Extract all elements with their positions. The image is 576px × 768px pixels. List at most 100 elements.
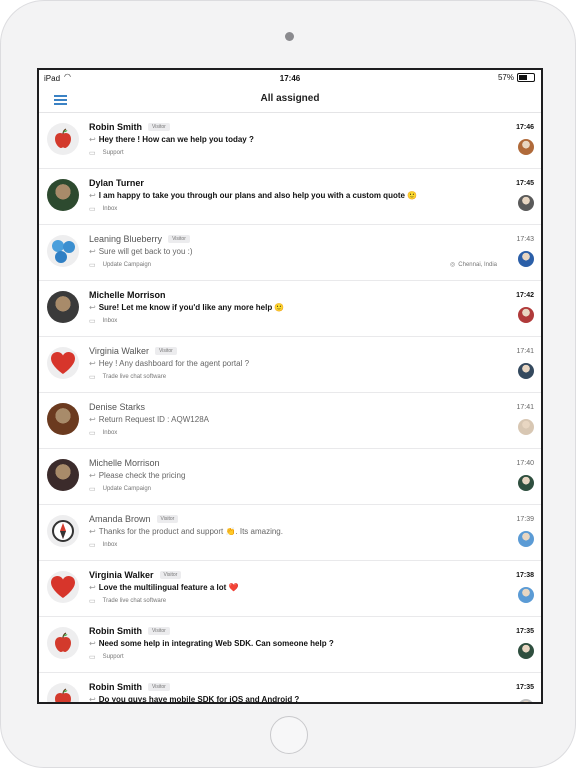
visitor-badge: Visitor xyxy=(159,571,182,579)
contact-name-line: Amanda Brown Visitor xyxy=(89,514,179,524)
message-preview: ↩ Sure will get back to you :) xyxy=(89,247,193,256)
camera xyxy=(285,32,294,41)
contact-name: Robin Smith xyxy=(89,626,142,636)
department-icon: ▭ xyxy=(89,150,96,157)
department-label: Update Campaign xyxy=(102,486,151,492)
reply-icon: ↩ xyxy=(89,359,96,368)
conversation-row[interactable]: Robin Smith Visitor ↩ Need some help in int… xyxy=(39,617,541,673)
contact-name: Michelle Morrison xyxy=(89,458,160,468)
app-screen: iPad ◠ 17:46 57% All assigned Robin Smit… xyxy=(37,68,543,704)
department: ▭ Trade live chat software xyxy=(89,373,166,381)
message-time: 17:45 xyxy=(516,180,534,187)
agent-avatar xyxy=(518,307,534,323)
message-text: Hey ! Any dashboard for the agent portal… xyxy=(98,359,250,368)
reply-icon: ↩ xyxy=(89,471,96,480)
status-time: 17:46 xyxy=(279,74,301,83)
agent-avatar xyxy=(518,531,534,547)
conversation-row[interactable]: Michelle Morrison ↩ Please check the prici… xyxy=(39,449,541,505)
contact-name: Robin Smith xyxy=(89,682,142,692)
department-icon: ▭ xyxy=(89,262,96,269)
message-preview: ↩ I am happy to take you through our plan… xyxy=(89,191,417,200)
home-button[interactable] xyxy=(270,716,308,754)
apple-icon xyxy=(47,627,79,659)
conversation-row[interactable]: Dylan Turner ↩ I am happy to take you thro… xyxy=(39,169,541,225)
reply-icon: ↩ xyxy=(89,247,96,256)
department-icon: ▭ xyxy=(89,374,96,381)
visitor-badge: Visitor xyxy=(156,515,179,523)
compass-icon xyxy=(47,515,79,547)
contact-name: Michelle Morrison xyxy=(89,290,166,300)
department-label: Support xyxy=(102,654,124,660)
message-preview: ↩ Thanks for the product and support 👏. I… xyxy=(89,527,283,536)
agent-avatar xyxy=(518,699,534,702)
message-text: Need some help in integrating Web SDK. C… xyxy=(98,639,334,648)
message-text: Thanks for the product and support 👏. It… xyxy=(98,527,283,536)
contact-photo-avatar xyxy=(47,291,79,323)
message-time: 17:41 xyxy=(516,348,534,355)
reply-icon: ↩ xyxy=(89,415,96,424)
message-text: Return Request ID : AQW128A xyxy=(98,415,209,424)
conversation-row[interactable]: Virginia Walker Visitor ↩ Hey ! Any dashboa… xyxy=(39,337,541,393)
reply-icon: ↩ xyxy=(89,695,96,704)
department: ▭ Inbox xyxy=(89,541,117,549)
conversation-row[interactable]: Denise Starks ↩ Return Request ID : AQW128… xyxy=(39,393,541,449)
department-icon: ▭ xyxy=(89,542,96,549)
reply-icon: ↩ xyxy=(89,303,96,312)
visitor-badge: Visitor xyxy=(155,347,177,355)
contact-name: Denise Starks xyxy=(89,402,146,412)
message-text: Sure will get back to you :) xyxy=(98,247,193,256)
contact-name: Amanda Brown xyxy=(89,514,151,524)
contact-name-line: Robin Smith Visitor xyxy=(89,122,170,132)
battery-percent: 57% xyxy=(497,73,514,82)
message-preview: ↩ Return Request ID : AQW128A xyxy=(89,415,209,424)
battery-icon xyxy=(517,73,535,82)
message-time: 17:42 xyxy=(516,292,534,299)
message-preview: ↩ Hey ! Any dashboard for the agent porta… xyxy=(89,359,249,368)
department: ▭ Inbox xyxy=(89,205,117,213)
message-time: 17:35 xyxy=(516,684,534,691)
agent-avatar xyxy=(518,251,534,267)
contact-photo-avatar xyxy=(47,403,79,435)
department-label: Update Campaign xyxy=(102,262,151,268)
conversation-row[interactable]: Michelle Morrison ↩ Sure! Let me know if y… xyxy=(39,281,541,337)
contact-name: Virginia Walker xyxy=(89,570,154,580)
message-text: Sure! Let me know if you'd like any more… xyxy=(98,303,285,312)
message-time: 17:41 xyxy=(516,404,534,411)
contact-name-line: Robin Smith Visitor xyxy=(89,626,170,636)
location: ◎ Chennai, India xyxy=(450,261,497,269)
conversation-row[interactable]: Robin Smith Visitor ↩ Hey there ! How can w… xyxy=(39,113,541,169)
department: ▭ Inbox xyxy=(89,317,117,325)
agent-avatar xyxy=(518,363,534,379)
contact-name-line: Virginia Walker Visitor xyxy=(89,346,177,356)
contact-name-line: Virginia Walker Visitor xyxy=(89,570,182,580)
department-icon: ▭ xyxy=(89,430,96,437)
message-text: Love the multilingual feature a lot ❤️ xyxy=(98,583,239,592)
contact-name-line: Leaning Blueberry Visitor xyxy=(89,234,190,244)
department-label: Inbox xyxy=(102,318,118,324)
conversation-row[interactable]: Amanda Brown Visitor ↩ Thanks for the produ… xyxy=(39,505,541,561)
reply-icon: ↩ xyxy=(89,191,96,200)
message-preview: ↩ Sure! Let me know if you'd like any mor… xyxy=(89,303,284,312)
department: ▭ Support xyxy=(89,149,124,157)
department-label: Inbox xyxy=(102,542,118,548)
department-label: Inbox xyxy=(102,206,118,212)
message-text: Do you guys have mobile SDK for iOS and … xyxy=(98,695,300,704)
contact-name: Virginia Walker xyxy=(89,346,150,356)
apple-icon xyxy=(47,123,79,155)
department-label: Support xyxy=(102,150,124,156)
contact-photo-avatar xyxy=(47,459,79,491)
message-text: Please check the pricing xyxy=(98,471,186,480)
message-preview: ↩ Please check the pricing xyxy=(89,471,185,480)
conversation-list: Robin Smith Visitor ↩ Hey there ! How can w… xyxy=(39,113,541,704)
department-icon: ▭ xyxy=(89,486,96,493)
message-time: 17:38 xyxy=(516,572,534,579)
department-icon: ▭ xyxy=(89,598,96,605)
conversation-row[interactable]: Leaning Blueberry Visitor ↩ Sure will get b… xyxy=(39,225,541,281)
conversation-row[interactable]: Robin Smith Visitor ↩ Do you guys have mobi… xyxy=(39,673,541,704)
conversation-row[interactable]: Virginia Walker Visitor ↩ Love the multilin… xyxy=(39,561,541,617)
agent-avatar xyxy=(518,419,534,435)
apple-icon xyxy=(47,683,79,702)
message-preview: ↩ Love the multilingual feature a lot ❤️ xyxy=(89,583,238,592)
heart-icon xyxy=(47,571,79,603)
contact-name-line: Dylan Turner xyxy=(89,178,144,188)
